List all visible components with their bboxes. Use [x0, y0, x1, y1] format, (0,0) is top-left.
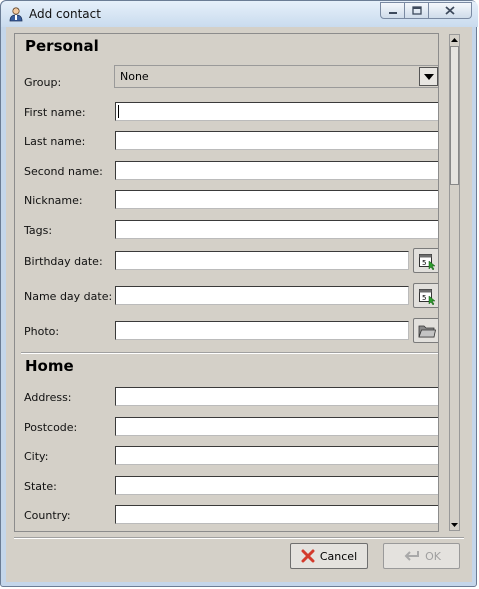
- home-section-title: Home: [25, 357, 74, 375]
- calendar-icon: 5: [418, 288, 436, 305]
- first-name-field[interactable]: [115, 102, 438, 121]
- title-bar[interactable]: Add contact: [1, 1, 478, 27]
- footer-divider: [14, 537, 464, 539]
- ok-arrow-icon: [404, 551, 420, 561]
- address-field[interactable]: [115, 387, 438, 406]
- birthday-date-label: Birthday date:: [24, 255, 103, 268]
- window-title: Add contact: [29, 7, 101, 21]
- chevron-up-icon: [451, 38, 458, 42]
- address-label: Address:: [24, 391, 72, 404]
- postcode-field[interactable]: [115, 417, 438, 436]
- group-select[interactable]: None: [114, 65, 438, 88]
- ok-button[interactable]: OK: [383, 543, 460, 569]
- scrollbar-thumb[interactable]: [450, 46, 459, 185]
- second-name-field[interactable]: [115, 161, 438, 180]
- group-label: Group:: [24, 76, 62, 89]
- personal-section-title: Personal: [25, 37, 99, 55]
- maximize-button[interactable]: [405, 2, 429, 19]
- city-label: City:: [24, 450, 49, 463]
- form-scroll-area[interactable]: Personal Group: None First name: Last na…: [14, 33, 439, 532]
- country-label: Country:: [24, 509, 71, 522]
- photo-label: Photo:: [24, 325, 60, 338]
- birthday-date-field[interactable]: [115, 251, 409, 270]
- add-contact-window: Add contact Personal Group: None First n…: [0, 0, 478, 587]
- chevron-down-icon: [423, 73, 434, 80]
- minimize-button[interactable]: [380, 2, 405, 19]
- group-select-value: None: [120, 70, 149, 83]
- nickname-field[interactable]: [115, 190, 438, 209]
- chevron-down-icon: [451, 523, 458, 527]
- photo-field[interactable]: [115, 321, 409, 340]
- first-name-label: First name:: [24, 106, 86, 119]
- scroll-up-button[interactable]: [450, 35, 459, 45]
- second-name-label: Second name:: [24, 165, 103, 178]
- birthday-calendar-button[interactable]: 5: [413, 248, 438, 273]
- cancel-button[interactable]: Cancel: [290, 543, 368, 569]
- last-name-label: Last name:: [24, 135, 86, 148]
- nickname-label: Nickname:: [24, 194, 83, 207]
- name-day-calendar-button[interactable]: 5: [413, 283, 438, 308]
- minimize-icon: [388, 11, 397, 14]
- photo-browse-button[interactable]: [413, 318, 438, 343]
- city-field[interactable]: [115, 446, 438, 465]
- postcode-label: Postcode:: [24, 421, 78, 434]
- svg-text:5: 5: [422, 259, 426, 267]
- maximize-icon: [411, 6, 422, 15]
- tags-field[interactable]: [115, 220, 438, 239]
- tags-label: Tags:: [24, 224, 53, 237]
- country-field[interactable]: [115, 505, 438, 524]
- scroll-down-button[interactable]: [450, 520, 459, 530]
- state-field[interactable]: [115, 476, 438, 495]
- user-contact-icon: [9, 7, 23, 22]
- section-divider: [21, 352, 438, 354]
- cancel-x-icon: [301, 549, 315, 563]
- folder-icon: [417, 325, 436, 337]
- ok-button-label: OK: [425, 549, 441, 563]
- dialog-client-area: Personal Group: None First name: Last na…: [6, 27, 472, 582]
- vertical-scrollbar[interactable]: [449, 34, 460, 531]
- last-name-field[interactable]: [115, 131, 438, 150]
- name-day-date-label: Name day date:: [24, 290, 113, 303]
- window-controls: [380, 2, 472, 20]
- name-day-date-field[interactable]: [115, 286, 409, 305]
- close-icon: [445, 6, 455, 15]
- cancel-button-label: Cancel: [319, 549, 358, 563]
- svg-text:5: 5: [422, 294, 426, 302]
- state-label: State:: [24, 480, 57, 493]
- calendar-icon: 5: [418, 253, 436, 270]
- group-dropdown-button[interactable]: [419, 67, 438, 86]
- close-button[interactable]: [429, 2, 472, 19]
